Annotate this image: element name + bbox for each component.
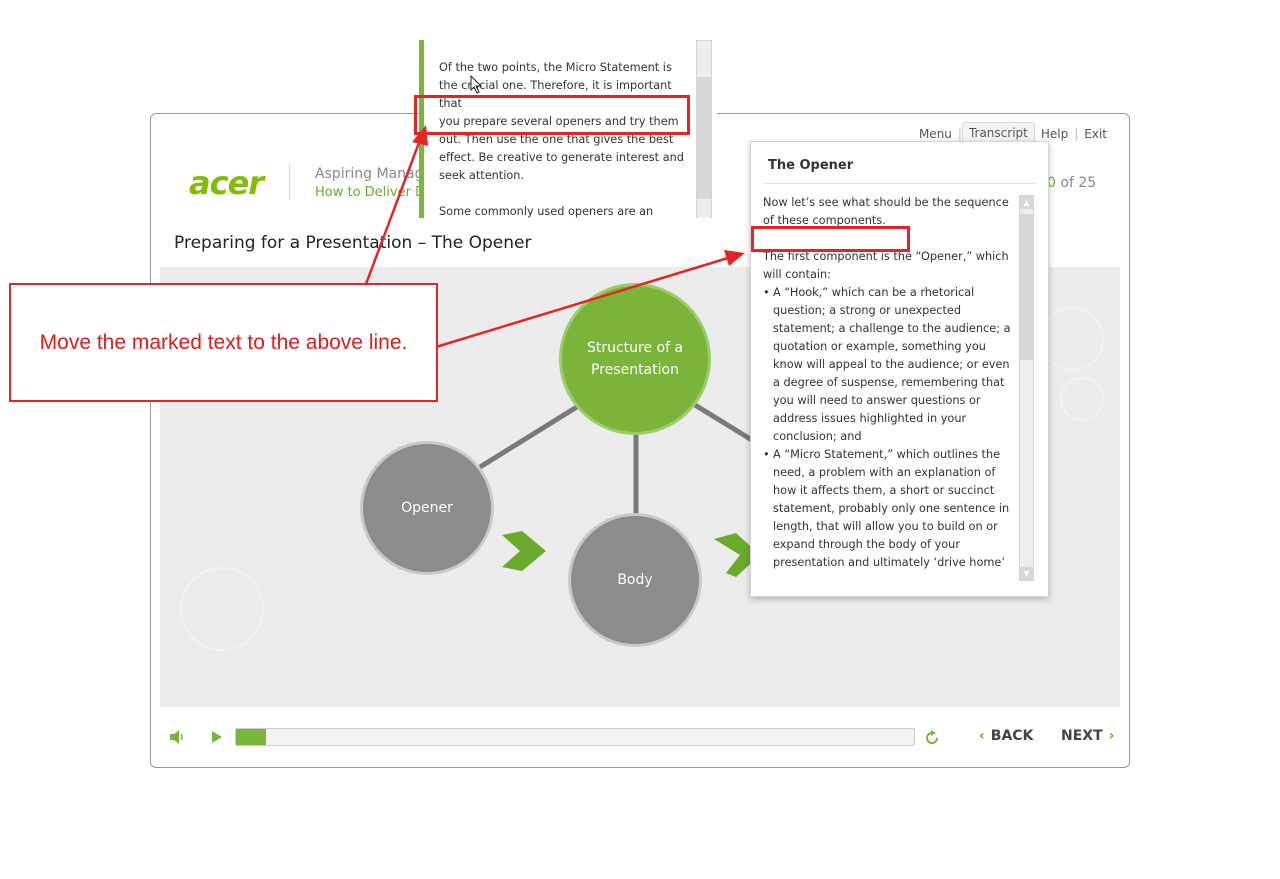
annotation-note: Move the marked text to the above line. — [9, 283, 438, 402]
annotation-arrow-line — [364, 139, 422, 285]
annotation-arrow-line — [435, 256, 729, 349]
arrow-head-icon — [412, 125, 428, 146]
annotation-note-text: Move the marked text to the above line. — [39, 330, 408, 354]
arrow-head-icon — [724, 250, 745, 266]
mouse-cursor-icon — [470, 75, 483, 94]
annotation-arrows — [364, 125, 745, 349]
